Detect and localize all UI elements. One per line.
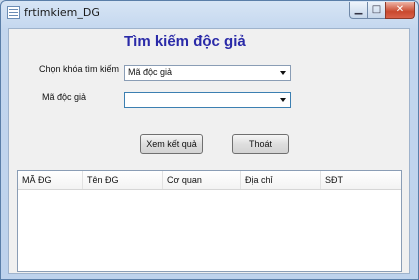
page-title: Tìm kiếm độc giả: [124, 33, 246, 50]
search-key-combo[interactable]: Mã độc giả: [124, 65, 291, 81]
search-key-label: Chọn khóa tìm kiếm: [39, 64, 120, 74]
chevron-down-icon[interactable]: [280, 98, 286, 102]
maximize-button[interactable]: □: [367, 2, 386, 19]
app-window: frtimkiem_DG ▁ □ ✕ Tìm kiếm độc giả Chọn…: [0, 0, 419, 280]
close-button[interactable]: ✕: [385, 2, 415, 19]
view-results-button[interactable]: Xem kết quả: [140, 134, 203, 154]
minimize-button[interactable]: ▁: [349, 2, 368, 19]
form-icon: [7, 6, 20, 19]
column-header-dia-chi[interactable]: Địa chỉ: [241, 171, 321, 189]
column-header-ma-dg[interactable]: MÃ ĐG: [18, 171, 83, 189]
window-title: frtimkiem_DG: [24, 6, 100, 19]
grid-header: MÃ ĐG Tên ĐG Cơ quan Địa chỉ SĐT: [18, 171, 401, 190]
search-key-value: Mã độc giả: [128, 67, 173, 77]
reader-id-label: Mã độc giả: [42, 92, 87, 102]
column-header-sdt[interactable]: SĐT: [321, 171, 401, 189]
exit-button[interactable]: Thoát: [232, 134, 289, 154]
reader-id-combo[interactable]: [124, 92, 291, 108]
results-grid[interactable]: MÃ ĐG Tên ĐG Cơ quan Địa chỉ SĐT: [17, 170, 402, 272]
column-header-co-quan[interactable]: Cơ quan: [163, 171, 241, 189]
form-client-area: Tìm kiếm độc giả Chọn khóa tìm kiếm Mã đ…: [8, 28, 410, 274]
column-header-ten-dg[interactable]: Tên ĐG: [83, 171, 163, 189]
title-bar[interactable]: frtimkiem_DG ▁ □ ✕: [1, 1, 418, 25]
chevron-down-icon[interactable]: [280, 71, 286, 75]
